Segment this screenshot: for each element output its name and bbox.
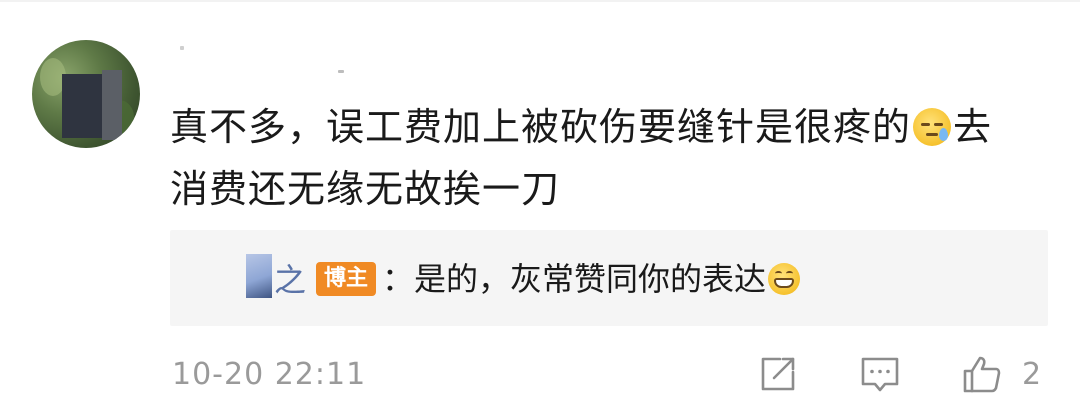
blogger-badge: 博主 xyxy=(316,262,377,296)
comment-line-1: 真不多，误工费加上被砍伤要缝针是很疼的去 xyxy=(170,96,1050,158)
like-button[interactable] xyxy=(960,352,1004,396)
comment-body: 真不多，误工费加上被砍伤要缝针是很疼的去 消费还无缘无故挨一刀 xyxy=(170,96,1050,220)
like-count: 2 xyxy=(1022,357,1042,392)
comment-line-2: 消费还无缘无故挨一刀 xyxy=(170,167,561,211)
comment-text-part: 真不多，误工费加上被砍伤要缝针是很疼的 xyxy=(170,105,912,149)
sweat-face-emoji-icon xyxy=(913,108,952,146)
reply-author-name-masked[interactable] xyxy=(246,254,272,298)
reply-box[interactable]: 之 博主 ：是的，灰常赞同你的表达 xyxy=(170,230,1048,326)
comment-timestamp: 10-20 22:11 xyxy=(172,357,367,392)
comment-button[interactable] xyxy=(858,352,902,396)
reply-text: ：是的，灰常赞同你的表达 xyxy=(382,256,801,302)
thumbs-up-icon xyxy=(963,356,1001,393)
commenter-name-masked[interactable] xyxy=(172,40,362,78)
share-icon xyxy=(761,357,795,391)
commenter-avatar[interactable] xyxy=(32,40,140,148)
top-divider xyxy=(0,0,1080,2)
avatar-mask xyxy=(102,70,122,140)
share-button[interactable] xyxy=(756,352,800,396)
grinning-face-emoji-icon xyxy=(768,263,801,295)
reply-author-name[interactable]: 之 xyxy=(274,260,306,300)
comment-icon xyxy=(861,357,899,392)
comment-text-part: 去 xyxy=(953,105,993,149)
